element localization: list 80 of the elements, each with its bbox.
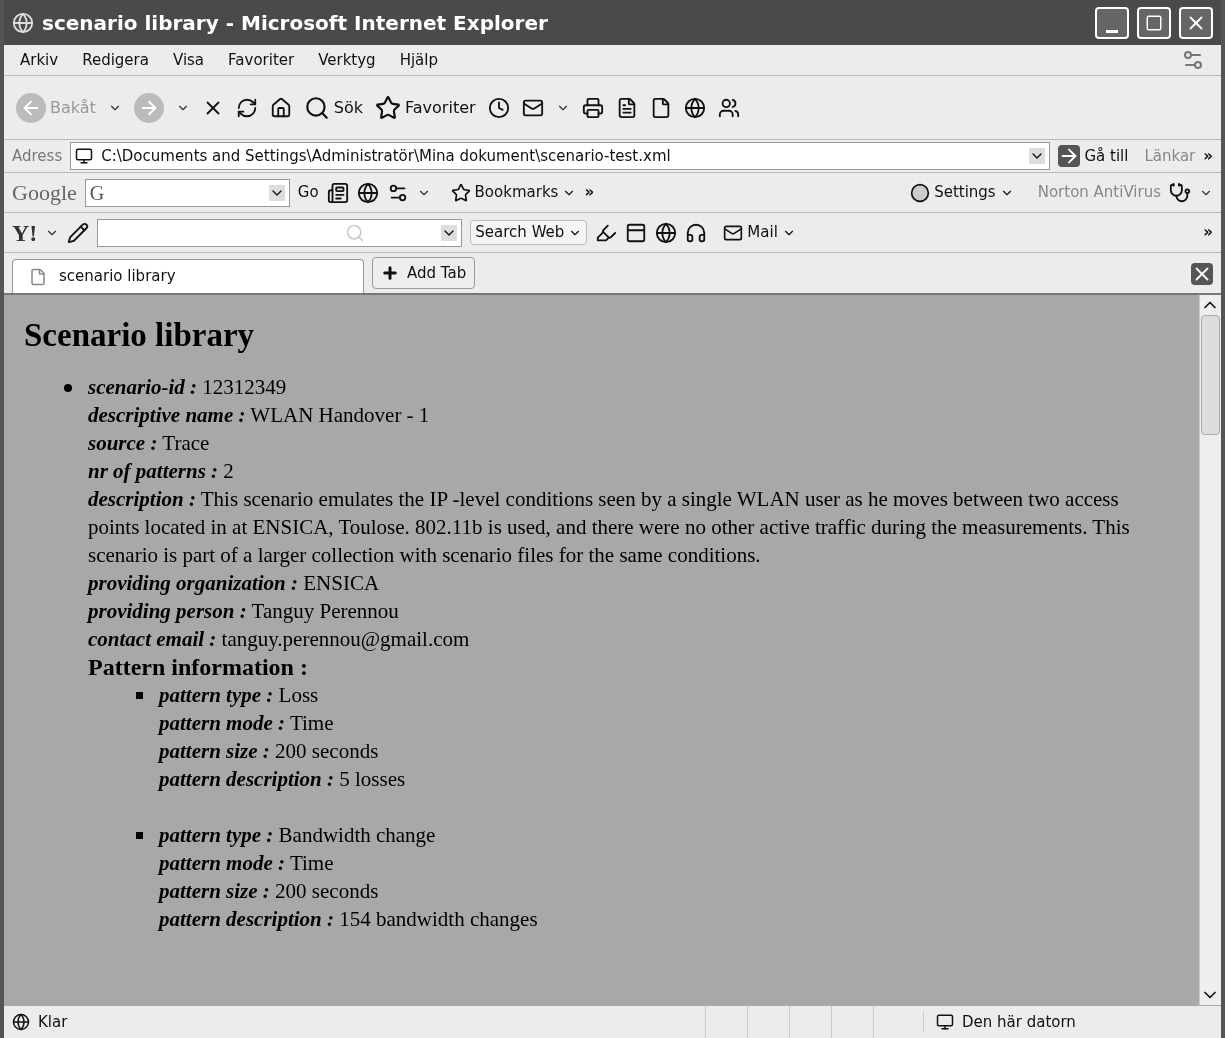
field-text: providing organization : ENSICA <box>88 569 381 597</box>
browser-tab[interactable]: scenario library <box>12 259 364 293</box>
close-tab-icon[interactable] <box>1191 263 1213 285</box>
zone-label: Den här datorn <box>923 1010 1213 1034</box>
field-text: descriptive name : WLAN Handover - 1 <box>88 401 431 429</box>
globe-icon <box>12 11 34 34</box>
field-text: pattern type : Loss <box>159 681 320 709</box>
menu-item[interactable]: Visa <box>172 48 205 72</box>
add-tab-button[interactable]: Add Tab <box>372 257 476 289</box>
menu-item[interactable]: Arkiv <box>20 48 59 72</box>
field-text: pattern size : 200 seconds <box>159 877 380 905</box>
search-icon <box>303 94 330 121</box>
google-logo: Google <box>12 179 77 207</box>
messenger-icon[interactable] <box>717 96 740 119</box>
dropdown-icon[interactable] <box>268 184 285 201</box>
field-text: scenario-id : 12312349 <box>88 373 288 401</box>
settings-button[interactable]: Settings <box>910 181 1014 204</box>
star-icon <box>450 182 471 203</box>
star-icon <box>375 94 402 121</box>
field-text: pattern type : Bandwidth change <box>159 821 437 849</box>
dropdown-icon[interactable] <box>441 224 458 241</box>
bookmarks-button[interactable]: Bookmarks <box>450 181 577 204</box>
search-button[interactable]: Sök <box>303 94 364 121</box>
menu-item[interactable]: Hjälp <box>399 48 438 72</box>
circle-icon <box>910 182 931 203</box>
plus-icon <box>381 264 399 282</box>
maximize-icon <box>1145 13 1163 32</box>
bullet-icon <box>64 383 72 392</box>
scroll-thumb[interactable] <box>1201 315 1220 435</box>
bullet-icon <box>136 691 143 699</box>
field-text: source : Trace <box>88 429 211 457</box>
section-heading: Pattern information : <box>88 652 309 681</box>
window-icon[interactable] <box>625 221 648 244</box>
printer-icon[interactable] <box>581 96 604 119</box>
scrollbar[interactable] <box>1199 295 1221 1005</box>
computer-icon <box>936 1013 954 1031</box>
headphones-icon[interactable] <box>685 221 708 244</box>
go-button[interactable]: Gå till <box>1058 144 1129 168</box>
yahoo-search-field[interactable] <box>97 218 463 247</box>
dropdown-icon[interactable] <box>1029 148 1046 164</box>
address-field[interactable]: C:\Documents and Settings\Administratör\Mina dokument\scenario-test.xml <box>70 142 1051 170</box>
close-button[interactable] <box>1179 6 1213 39</box>
field-text: pattern size : 200 seconds <box>159 737 380 765</box>
go-button[interactable]: Go <box>297 181 319 204</box>
minimize-icon <box>1106 29 1118 33</box>
field-text: description : This scenario emulates the IP -level conditions seen by a single WLAN user as he moves between two access points located in at ENSICA, Toulose. 802.11b is used, and there were no other active traffic during the measurements. This scenario is part of a larger collection with scenario files for the same conditions. <box>88 485 1131 569</box>
field-text: nr of patterns : 2 <box>88 457 235 485</box>
menu-item[interactable]: Favoriter <box>228 48 295 72</box>
history-icon[interactable] <box>487 96 510 119</box>
minimize-button[interactable] <box>1095 6 1129 39</box>
field-text: pattern description : 154 bandwidth changes <box>159 905 538 933</box>
field-text: contact email : tanguy.perennou@gmail.com <box>88 625 471 653</box>
menu-item[interactable]: Redigera <box>82 48 149 72</box>
globe-icon[interactable] <box>356 181 379 204</box>
globe-icon[interactable] <box>655 221 678 244</box>
home-icon[interactable] <box>269 96 292 119</box>
favorites-button[interactable]: Favoriter <box>375 94 476 121</box>
field-text: pattern description : 5 losses <box>159 765 406 793</box>
mail-button[interactable]: Mail <box>723 221 796 244</box>
page-heading: Scenario library <box>24 316 256 355</box>
search-web-button[interactable]: Search Web <box>470 220 588 245</box>
maximize-button[interactable] <box>1137 6 1171 39</box>
menu-item[interactable]: Verktyg <box>318 48 376 72</box>
refresh-icon[interactable] <box>235 96 258 119</box>
search-icon <box>345 222 366 243</box>
more-button[interactable]: » <box>1203 221 1213 244</box>
pencil-icon[interactable] <box>67 221 90 244</box>
status-text: Klar <box>38 1011 69 1033</box>
field-text: pattern mode : Time <box>159 849 335 877</box>
field-text: providing person : Tanguy Perennou <box>88 597 400 625</box>
bullet-icon <box>136 831 143 839</box>
yahoo-logo: Y! <box>12 218 38 248</box>
window-title: scenario library - Microsoft Internet Explorer <box>42 9 549 37</box>
stethoscope-icon[interactable] <box>1169 181 1191 204</box>
news-icon[interactable] <box>326 181 349 204</box>
google-search-field[interactable]: G <box>84 178 290 207</box>
field-text: pattern mode : Time <box>159 709 335 737</box>
address-label: Adress <box>12 145 63 167</box>
more-button[interactable]: » <box>584 181 595 204</box>
more-button[interactable]: » <box>1203 144 1213 168</box>
